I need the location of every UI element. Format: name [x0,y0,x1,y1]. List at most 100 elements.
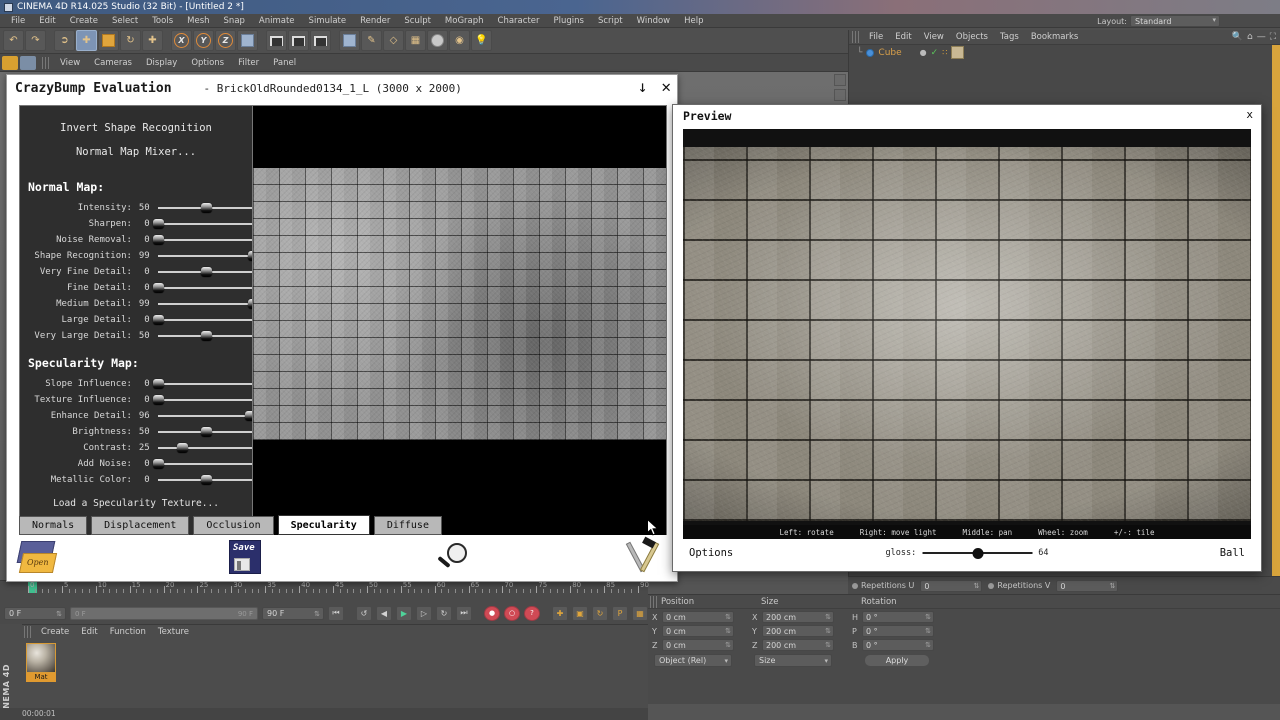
step-forward-icon[interactable]: ▷ [416,606,432,621]
preview-close-icon[interactable]: x [1246,108,1253,121]
tab-specularity[interactable]: Specularity [278,515,370,535]
slider-track[interactable] [158,376,252,392]
mm-menu-create[interactable]: Create [35,627,75,637]
om-menu-bookmarks[interactable]: Bookmarks [1025,32,1085,42]
menu-file[interactable]: File [4,16,32,26]
go-to-start-icon[interactable]: ⏮ [328,606,344,621]
menu-render[interactable]: Render [353,16,397,26]
loop-playback-icon[interactable]: ↻ [436,606,452,621]
slider-knob[interactable] [153,459,164,469]
nurbs-icon[interactable]: ◇ [383,30,404,51]
slider-knob[interactable] [153,395,164,405]
position-z-input[interactable]: 0 cm [662,639,734,651]
mm-menu-texture[interactable]: Texture [152,627,195,637]
viewport-menu-filter[interactable]: Filter [231,58,266,68]
slider-track[interactable] [158,280,252,296]
viewport-menu-panel[interactable]: Panel [266,58,303,68]
world-coordinates-icon[interactable] [237,30,258,51]
rotate-tool-icon[interactable]: ↻ [120,30,141,51]
spline-pen-icon[interactable]: ✎ [361,30,382,51]
attribute-grip[interactable] [650,596,657,608]
rotation-key-icon[interactable]: ↻ [592,606,608,621]
preview-options-button[interactable]: Options [689,547,733,559]
go-to-end-icon[interactable]: ⏭ [456,606,472,621]
menu-simulate[interactable]: Simulate [302,16,354,26]
close-icon[interactable]: ✕ [661,79,671,95]
slider-track[interactable] [158,424,252,440]
slider-track[interactable] [158,248,252,264]
slider-knob[interactable] [153,315,164,325]
slider-knob[interactable] [153,219,164,229]
current-frame-input[interactable]: 0 F [4,607,66,620]
menu-snap[interactable]: Snap [217,16,252,26]
viewport-menu-cameras[interactable]: Cameras [87,58,139,68]
texture-canvas[interactable] [253,106,666,536]
menu-mesh[interactable]: Mesh [180,16,216,26]
rotation-b-input[interactable]: 0 ° [862,639,934,651]
slider-track[interactable] [158,296,252,312]
gloss-slider[interactable] [922,547,1032,559]
tab-occlusion[interactable]: Occlusion [193,516,273,535]
pla-key-icon[interactable]: ▦ [632,606,648,621]
tab-diffuse[interactable]: Diffuse [374,516,442,535]
object-row-cube[interactable]: └ Cube ● ✓ ∷ [849,45,1280,60]
autokey-icon[interactable]: ○ [504,606,520,621]
scale-key-icon[interactable]: ▣ [572,606,588,621]
slider-track[interactable] [158,328,252,344]
slider-track[interactable] [158,200,252,216]
object-manager-scrollbar[interactable] [1272,45,1280,578]
slider-track[interactable] [158,472,252,488]
mm-menu-edit[interactable]: Edit [75,627,103,637]
apply-button[interactable]: Apply [864,654,930,667]
viewport-camera-icon[interactable] [20,56,36,70]
deformer-icon[interactable] [427,30,448,51]
slider-knob[interactable] [201,331,212,341]
menu-edit[interactable]: Edit [32,16,62,26]
slider-knob[interactable] [201,427,212,437]
zoom-icon[interactable] [435,543,469,573]
save-icon[interactable]: Save [229,540,261,574]
redo-icon[interactable]: ↷ [25,30,46,51]
render-settings-icon[interactable] [310,30,331,51]
menu-tools[interactable]: Tools [145,16,180,26]
array-icon[interactable]: ▦ [405,30,426,51]
preview-shape-button[interactable]: Ball [1220,547,1245,559]
loop-icon[interactable]: ↺ [356,606,372,621]
visibility-dot-icon[interactable]: ● [920,48,927,57]
viewport-move-icon[interactable] [834,74,846,86]
undo-icon[interactable]: ↶ [3,30,24,51]
slider-track[interactable] [158,264,252,280]
load-specularity-texture-link[interactable]: Load a Specularity Texture... [20,498,252,509]
mm-menu-function[interactable]: Function [104,627,152,637]
om-menu-view[interactable]: View [918,32,950,42]
size-z-input[interactable]: 200 cm [762,639,834,651]
menu-window[interactable]: Window [630,16,678,26]
repetitions-v-input[interactable]: 0 [1056,580,1118,592]
x-axis-icon[interactable]: X [171,30,192,51]
expand-icon[interactable]: ⛶ [1270,32,1276,42]
om-menu-objects[interactable]: Objects [950,32,994,42]
slider-track[interactable] [158,312,252,328]
render-view-icon[interactable] [266,30,287,51]
y-axis-icon[interactable]: Y [193,30,214,51]
viewport-grip[interactable] [42,57,49,69]
timeline-ruler[interactable]: 051015202530354045505560657075808590 [0,581,648,595]
slider-track[interactable] [158,216,252,232]
slider-knob[interactable] [177,443,188,453]
size-x-input[interactable]: 200 cm [762,611,834,623]
viewport-menu-display[interactable]: Display [139,58,184,68]
position-key-icon[interactable]: ✚ [552,606,568,621]
play-icon[interactable]: ▶ [396,606,412,621]
slider-track[interactable] [158,392,252,408]
render-region-icon[interactable] [288,30,309,51]
material-tag-icon[interactable] [951,46,964,59]
viewport-menu-view[interactable]: View [53,58,87,68]
slider-knob[interactable] [153,283,164,293]
minimize-icon[interactable]: — [1257,32,1266,42]
timeline-range-bar[interactable]: 0 F 90 F [70,607,258,620]
slider-track[interactable] [158,440,252,456]
z-axis-icon[interactable]: Z [215,30,236,51]
menu-plugins[interactable]: Plugins [547,16,591,26]
step-back-icon[interactable]: ◀ [376,606,392,621]
slider-knob[interactable] [153,379,164,389]
